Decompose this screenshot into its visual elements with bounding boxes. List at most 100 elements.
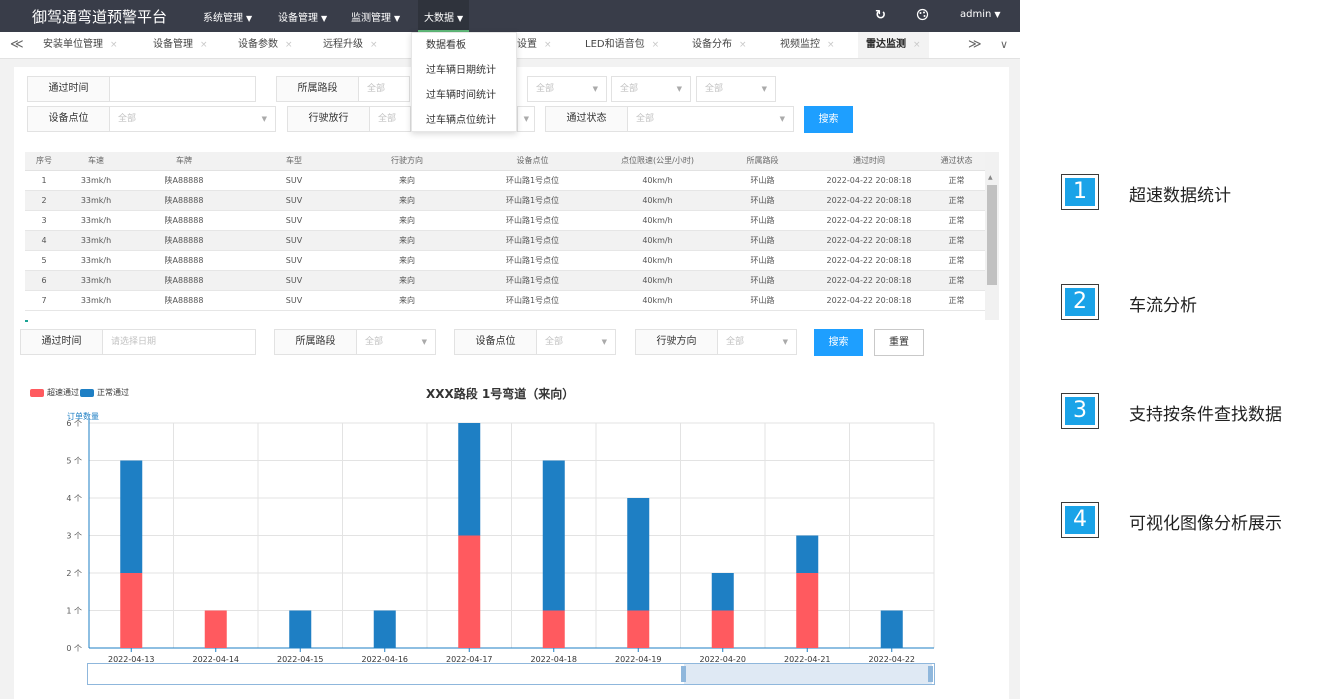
column-header[interactable]: 所属路段 (715, 152, 810, 171)
table-cell: 33mk/h (63, 250, 129, 271)
table-row[interactable]: 5 33mk/h 陕A88888 SUV 来向 环山路1号点位 40km/h 环山路 2022-… (25, 250, 985, 271)
column-header[interactable]: 序号 (25, 152, 63, 171)
bar-normal (289, 610, 312, 648)
tab-device-manage[interactable]: 设备管理 × (153, 32, 208, 58)
datazoom-window[interactable] (684, 664, 932, 684)
select-3[interactable]: 全部 ▼ (611, 76, 691, 102)
column-header[interactable]: 通过状态 (928, 152, 985, 171)
tab-device-params[interactable]: 设备参数 × (238, 32, 293, 58)
dropdown-item-point-stats[interactable]: 过车辆点位统计 (412, 108, 516, 133)
bar-normal (120, 460, 143, 573)
close-icon[interactable]: × (200, 40, 208, 50)
direction-select[interactable]: 全部 (369, 106, 411, 132)
tab-install-unit[interactable]: 安装单位管理 × (43, 32, 118, 58)
tab-device-distribution[interactable]: 设备分布 × (692, 32, 747, 58)
table-cell: 33mk/h (63, 210, 129, 231)
table-cell: 2022-04-22 20:08:18 (810, 250, 928, 271)
time-input[interactable] (109, 76, 256, 102)
column-header[interactable]: 设备点位 (465, 152, 600, 171)
table-cell: 正常 (928, 210, 985, 231)
column-header[interactable]: 车牌 (129, 152, 239, 171)
bar-speeding (120, 573, 143, 648)
refresh-icon[interactable]: ↻ (875, 8, 886, 23)
select-4[interactable]: 全部 ▼ (696, 76, 776, 102)
table-scrollbar[interactable]: ▲ (985, 152, 999, 320)
select-2[interactable]: 全部 ▼ (527, 76, 607, 102)
column-header[interactable]: 车速 (63, 152, 129, 171)
table-row[interactable]: 6 33mk/h 陕A88888 SUV 来向 环山路1号点位 40km/h 环山路 2022-… (25, 270, 985, 291)
y-tick-label: 4 个 (66, 494, 82, 503)
tab-prev-icon[interactable]: ≪ (10, 32, 24, 58)
y-tick-label: 2 个 (66, 569, 82, 578)
tab-more-icon[interactable]: ∨ (1000, 32, 1008, 58)
column-header[interactable]: 行驶方向 (349, 152, 465, 171)
table-row[interactable]: 7 33mk/h 陕A88888 SUV 来向 环山路1号点位 40km/h 环山路 2022-… (25, 290, 985, 311)
menu-monitor[interactable]: 监测管理 ▼ (351, 9, 400, 24)
tab-radar-monitor[interactable]: 雷达监测 × (858, 32, 929, 58)
theme-icon[interactable] (916, 8, 929, 25)
datazoom-slider[interactable] (87, 663, 935, 685)
close-icon[interactable]: × (285, 40, 293, 50)
menu-bigdata[interactable]: 大数据 ▼ (418, 0, 470, 32)
column-header[interactable]: 车型 (239, 152, 349, 171)
close-icon[interactable]: × (739, 40, 747, 50)
table-cell: 2022-04-22 20:08:18 (810, 270, 928, 291)
scroll-up-icon[interactable]: ▲ (988, 174, 993, 181)
close-icon[interactable]: × (652, 40, 660, 50)
tab-next-icon[interactable]: ≫ (968, 32, 982, 58)
select-value: 全部 (378, 114, 397, 124)
table-cell: SUV (239, 170, 349, 191)
column-header[interactable]: 点位限速(公里/小时) (600, 152, 715, 171)
table-cell: 来向 (349, 170, 465, 191)
table-row[interactable]: 1 33mk/h 陕A88888 SUV 来向 环山路1号点位 40km/h 环山路 2022-… (25, 170, 985, 191)
table-cell: 来向 (349, 210, 465, 231)
column-header[interactable]: 通过时间 (810, 152, 928, 171)
close-icon[interactable]: × (370, 40, 378, 50)
status-select[interactable]: 全部 ▼ (627, 106, 794, 132)
direction-label: 行驶放行 (287, 106, 370, 132)
table-row[interactable]: 4 33mk/h 陕A88888 SUV 来向 环山路1号点位 40km/h 环山路 2022-… (25, 230, 985, 251)
table-cell: 环山路 (715, 170, 810, 191)
dropdown-item-date-stats[interactable]: 过车辆日期统计 (412, 58, 516, 83)
close-icon[interactable]: × (827, 40, 835, 50)
tab-led-voice[interactable]: LED和语音包 × (585, 32, 659, 58)
table-row[interactable]: 2 33mk/h 陕A88888 SUV 来向 环山路1号点位 40km/h 环山路 2022-… (25, 190, 985, 211)
table-cell: 环山路1号点位 (465, 230, 600, 251)
table-cell: 40km/h (600, 230, 715, 251)
chevron-down-icon: ▼ (523, 115, 529, 123)
tab-settings[interactable]: 设置 × (517, 32, 552, 58)
y-tick-label: 0 个 (66, 644, 82, 653)
tab-video-monitor[interactable]: 视频监控 × (780, 32, 835, 58)
tab-label: 设备参数 (238, 39, 278, 50)
table-cell: 来向 (349, 230, 465, 251)
select-value: 全部 (367, 84, 386, 94)
table-cell: 陕A88888 (129, 250, 239, 271)
close-icon[interactable]: × (544, 40, 552, 50)
menu-system[interactable]: 系统管理 ▼ (203, 9, 252, 24)
brand-title: 御驾通弯道预警平台 (32, 8, 168, 26)
datazoom-handle-left[interactable] (681, 666, 686, 682)
datazoom-handle-right[interactable] (928, 666, 933, 682)
road-select[interactable]: 全部 (358, 76, 410, 102)
records-table: 序号 车速 车牌 车型 行驶方向 设备点位 点位限速(公里/小时) 所属路段 通… (25, 152, 985, 311)
search-button[interactable]: 搜索 (804, 106, 853, 133)
chevron-down-icon: ▼ (394, 14, 401, 23)
dropdown-item-time-stats[interactable]: 过车辆时间统计 (412, 83, 516, 108)
close-icon[interactable]: × (110, 40, 118, 50)
time-label: 通过时间 (27, 76, 110, 102)
table-cell: 环山路1号点位 (465, 210, 600, 231)
tab-remote-upgrade[interactable]: 远程升级 × (323, 32, 378, 58)
table-cell: 环山路1号点位 (465, 190, 600, 211)
user-menu[interactable]: admin ▼ (960, 9, 1001, 20)
menu-device[interactable]: 设备管理 ▼ (278, 9, 327, 24)
direction-select-end[interactable]: ▼ (517, 106, 535, 132)
scroll-thumb[interactable] (987, 185, 997, 285)
table-cell: 33mk/h (63, 230, 129, 251)
bar-normal (542, 460, 565, 611)
table-cell: 3 (25, 210, 63, 231)
dropdown-item-dashboard[interactable]: 数据看板 (412, 33, 516, 58)
table-row[interactable]: 3 33mk/h 陕A88888 SUV 来向 环山路1号点位 40km/h 环山路 2022-… (25, 210, 985, 231)
feature-text: 可视化图像分析展示 (1129, 514, 1282, 534)
point-select[interactable]: 全部 ▼ (109, 106, 276, 132)
close-icon[interactable]: × (913, 40, 921, 50)
